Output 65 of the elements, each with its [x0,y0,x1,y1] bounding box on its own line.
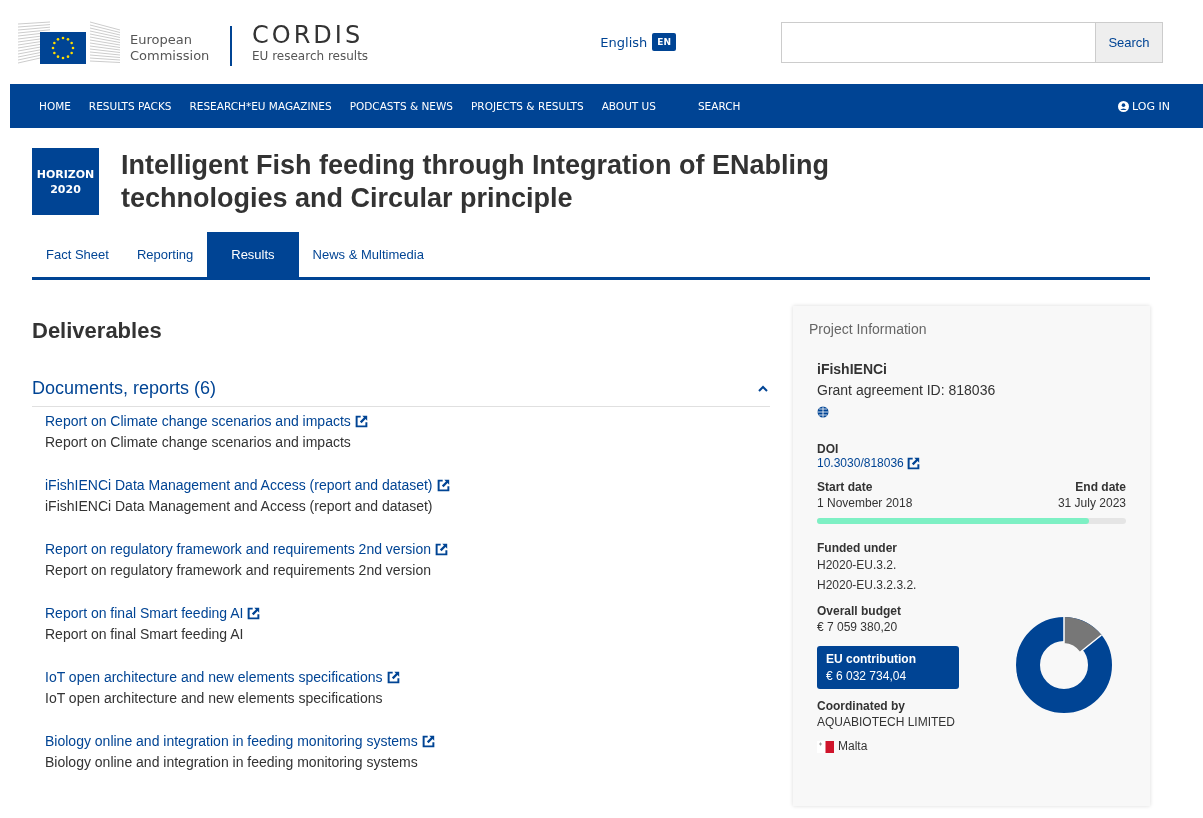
end-date: 31 July 2023 [1057,495,1126,512]
language-selector[interactable]: English EN [600,33,676,51]
nav-link[interactable]: SEARCH [688,100,750,112]
external-link-icon [906,456,920,470]
project-title: Intelligent Fish feeding through Integration of ENabling technologies and Circular principle [121,148,830,215]
user-icon [1118,100,1130,112]
project-acronym: iFishIENCi [817,361,888,377]
programme-badge: HORIZON 2020 [32,148,99,215]
deliverable-link[interactable]: iFishIENCi Data Management and Access (report and dataset) [45,474,450,496]
contribution-value: € 6 032 734,04 [826,669,908,683]
deliverable-description: Report on final Smart feeding AI [45,625,244,644]
deliverable-link[interactable]: Report on regulatory framework and requirements 2nd version [45,538,448,560]
flag-icon [817,740,834,753]
coordinator-name: AQUABIOTECH LIMITED [817,714,957,731]
field-label: Funded under [817,541,898,555]
logo-drawing[interactable] [18,18,120,66]
external-link-icon [435,542,448,556]
deliverable-description: Biology online and integration in feeding monitoring systems [45,753,418,772]
contribution-label: EU contribution [826,652,917,666]
deliverable-description: Report on Climate change scenarios and impacts [45,433,351,452]
card-heading: Project Information [809,321,928,337]
external-link-icon [421,734,435,748]
tab[interactable]: News & Multimedia [298,232,438,277]
grant-id: Grant agreement ID: 818036 [817,382,997,398]
section-heading: Deliverables [32,318,163,344]
field-label: DOI [817,442,840,456]
deliverable-link[interactable]: IoT open architecture and new elements specifications [45,666,400,688]
deliverable-description: Report on regulatory framework and requirements 2nd version [45,561,431,580]
nav-link[interactable]: PROJECTS & RESULTS [462,100,593,112]
tab[interactable]: Results [207,232,299,277]
deliverable-link[interactable]: Biology online and integration in feeding monitoring systems [45,730,435,752]
start-date: 1 November 2018 [817,495,913,512]
field-label: Overall budget [817,604,903,618]
deliverable-description: IoT open architecture and new elements specifications [45,689,383,708]
accordion-title[interactable]: Documents, reports (6) [32,378,217,399]
search-field[interactable]: Search [781,21,1163,63]
field-label: Coordinated by [817,699,906,713]
nav-link[interactable]: PODCASTS & NEWS [340,100,462,112]
deliverable-description: iFishIENCi Data Management and Access (report and dataset) [45,497,433,516]
nav-link[interactable]: ABOUT US [592,100,665,112]
programme-code: H2020-EU.3.2.3.2. [817,577,918,594]
country-name: Malta [838,738,868,755]
tab[interactable]: Reporting [122,232,208,277]
external-link-icon [354,414,368,428]
programme-code: H2020-EU.3.2. [817,557,898,574]
nav-link[interactable]: HOME [30,100,80,112]
globe-icon[interactable] [817,406,829,418]
doi-link[interactable]: 10.3030/818036 [817,456,1126,470]
deliverable-link[interactable]: Report on Climate change scenarios and impacts [45,410,368,432]
chevron-icon[interactable] [758,385,768,392]
external-link-icon [247,606,261,620]
tab[interactable]: Fact Sheet [32,232,123,277]
external-link-icon [436,478,450,492]
login-link[interactable]: LOG IN [1118,99,1170,113]
field-label: Start date [817,480,874,494]
external-link-icon [386,670,400,684]
site-tagline: EU research results [252,49,369,63]
search-button[interactable]: Search [1095,22,1162,62]
field-label: End date [1074,480,1126,494]
nav-link[interactable]: RESULTS PACKS [79,100,181,112]
site-name: CORDIS [252,21,365,49]
organisation-name: European Commission [130,32,211,64]
deliverable-link[interactable]: Report on final Smart feeding AI [45,602,261,624]
budget-value: € 7 059 380,20 [817,619,899,636]
nav-link[interactable]: RESEARCH*EU MAGAZINES [180,100,341,112]
